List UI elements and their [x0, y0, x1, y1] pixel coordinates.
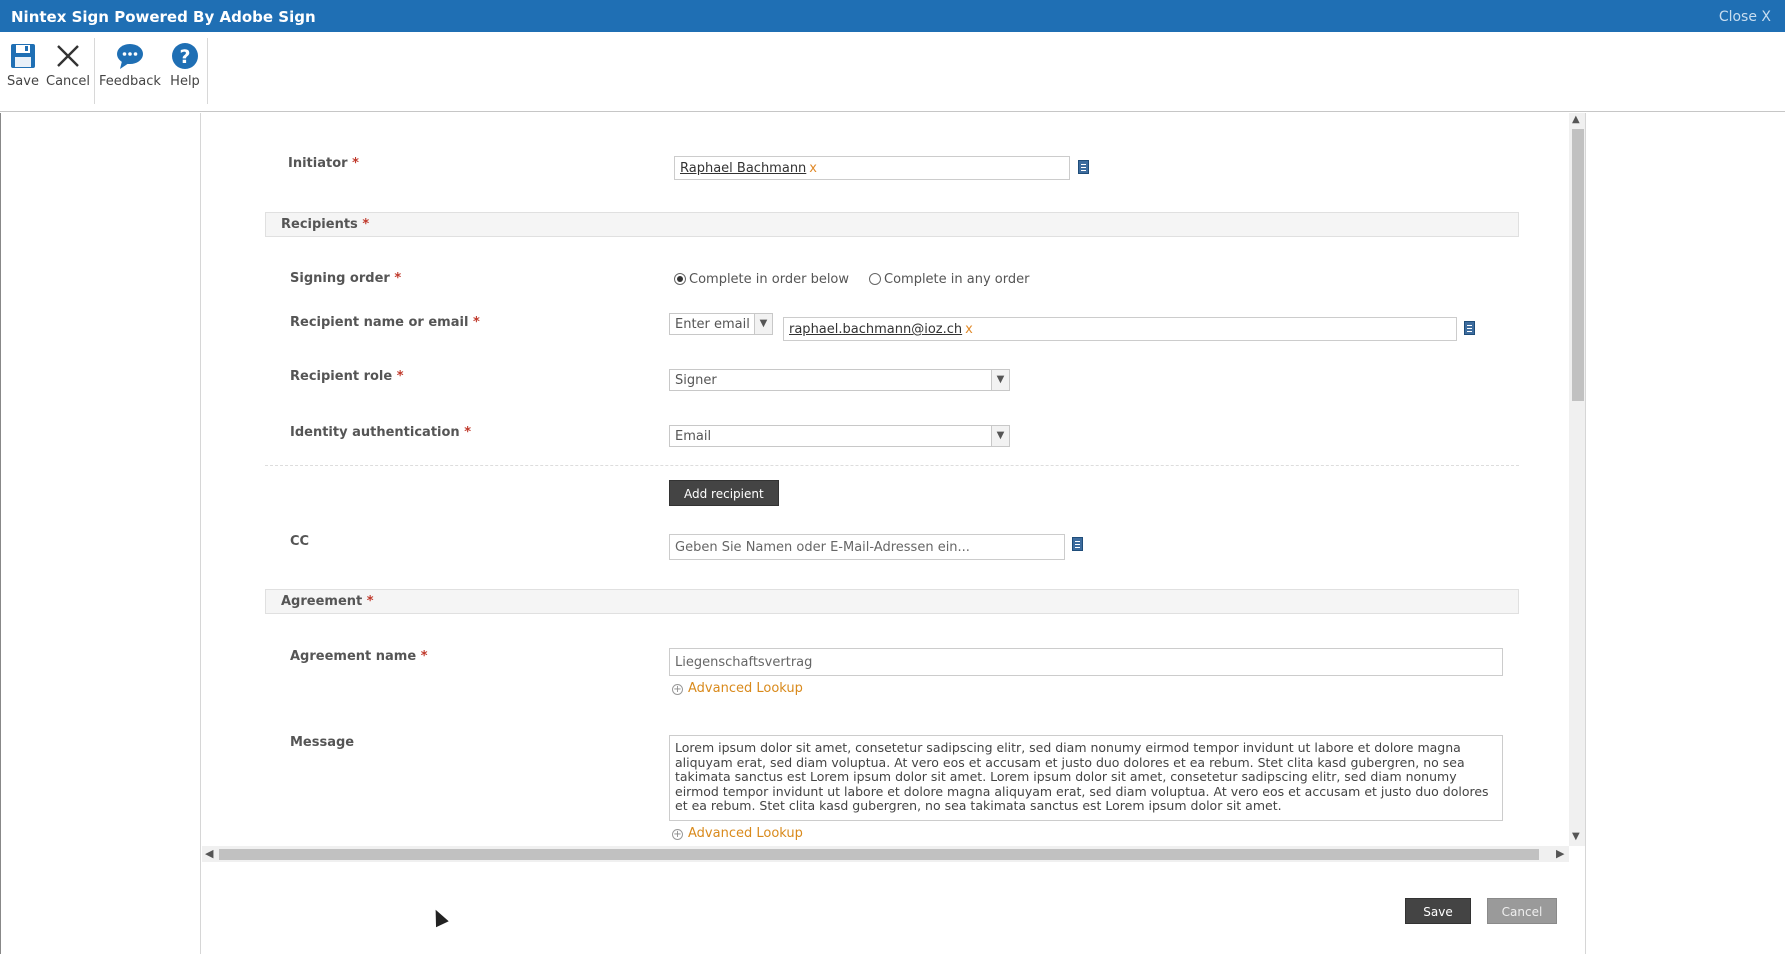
ribbon-help-label: Help	[170, 74, 200, 89]
close-button[interactable]: Close X	[1719, 9, 1771, 25]
remove-recipient-icon[interactable]: x	[965, 322, 973, 337]
add-recipient-button[interactable]: Add recipient	[669, 480, 779, 506]
mouse-cursor	[429, 906, 449, 928]
right-pane	[1585, 113, 1785, 954]
identity-auth-value: Email	[675, 429, 712, 444]
speech-bubble-icon	[117, 44, 143, 69]
initiator-value: Raphael Bachmann	[680, 161, 807, 176]
ribbon-separator	[207, 38, 208, 104]
title-bar: Nintex Sign Powered By Adobe Sign Close …	[0, 0, 1785, 32]
radio-in-order-label: Complete in order below	[689, 272, 850, 287]
ribbon-cancel-button[interactable]: Cancel	[46, 42, 90, 89]
footer-cancel-button[interactable]: Cancel	[1487, 898, 1557, 924]
advanced-lookup-label: Advanced Lookup	[688, 826, 803, 841]
floppy-disk-icon	[11, 44, 35, 68]
horizontal-scroll-thumb[interactable]	[219, 849, 1539, 860]
agreement-section-header: Agreement *	[265, 589, 1519, 614]
vertical-scroll-thumb[interactable]	[1572, 129, 1584, 401]
ribbon-feedback-label: Feedback	[99, 74, 161, 89]
scroll-left-icon[interactable]: ◀	[205, 847, 213, 860]
address-book-icon[interactable]	[1072, 537, 1083, 551]
chevron-down-icon: ▼	[991, 426, 1009, 446]
address-book-icon[interactable]	[1464, 321, 1475, 335]
divider	[265, 465, 1519, 466]
window-title: Nintex Sign Powered By Adobe Sign	[11, 8, 316, 26]
agreement-name-input[interactable]: Liegenschaftsvertrag	[669, 648, 1503, 676]
advanced-lookup-label: Advanced Lookup	[688, 681, 803, 696]
agreement-name-label: Agreement name *	[290, 649, 428, 664]
recipients-section-title: Recipients *	[281, 217, 370, 232]
recipients-section-header: Recipients *	[265, 212, 1519, 237]
recipient-role-select[interactable]: Signer ▼	[669, 369, 1010, 391]
address-book-icon[interactable]	[1078, 160, 1089, 174]
cc-label: CC	[290, 534, 310, 549]
recipient-role-label: Recipient role *	[290, 369, 404, 384]
remove-initiator-icon[interactable]: x	[809, 161, 817, 176]
radio-selected-icon	[674, 273, 686, 285]
message-textarea[interactable]: Lorem ipsum dolor sit amet, consetetur s…	[669, 735, 1503, 821]
message-label: Message	[290, 735, 355, 750]
horizontal-scrollbar[interactable]: ◀ ▶	[202, 846, 1569, 862]
recipient-email-field[interactable]: raphael.bachmann@ioz.ch x	[783, 317, 1457, 341]
left-pane	[0, 113, 201, 954]
form-content: Initiator * Raphael Bachmann x Recipients…	[202, 113, 1569, 846]
vertical-scrollbar[interactable]: ▲ ▼	[1569, 113, 1585, 846]
agreement-section-title: Agreement *	[281, 594, 374, 609]
ribbon-feedback-button[interactable]: Feedback	[99, 42, 161, 89]
scroll-down-icon[interactable]: ▼	[1572, 831, 1580, 842]
recipient-email-value: raphael.bachmann@ioz.ch	[789, 322, 963, 337]
svg-text:?: ?	[179, 46, 190, 68]
plus-circle-icon: +	[672, 829, 683, 840]
footer-save-button[interactable]: Save	[1405, 898, 1471, 924]
recipient-role-value: Signer	[675, 373, 717, 388]
identity-auth-select[interactable]: Email ▼	[669, 425, 1010, 447]
signing-order-label: Signing order *	[290, 271, 402, 286]
identity-auth-label: Identity authentication *	[290, 425, 472, 440]
ribbon-save-label: Save	[7, 74, 39, 89]
ribbon-cancel-label: Cancel	[46, 74, 91, 89]
initiator-label: Initiator *	[288, 156, 359, 171]
close-icon	[57, 45, 79, 67]
scroll-up-icon[interactable]: ▲	[1572, 114, 1580, 125]
radio-complete-any-order[interactable]: Complete in any order	[869, 272, 1029, 287]
plus-circle-icon: +	[672, 684, 683, 695]
chevron-down-icon: ▼	[991, 370, 1009, 390]
ribbon-toolbar: Save Cancel Feedback ? Help	[0, 32, 1785, 112]
advanced-lookup-link[interactable]: + Advanced Lookup	[672, 681, 803, 696]
recipient-type-select[interactable]: Enter email ▼	[669, 313, 773, 335]
recipient-name-label: Recipient name or email *	[290, 315, 480, 330]
recipient-type-value: Enter email	[675, 317, 750, 332]
radio-complete-in-order[interactable]: Complete in order below	[674, 272, 849, 287]
radio-unselected-icon	[869, 273, 881, 285]
advanced-lookup-link[interactable]: + Advanced Lookup	[672, 826, 803, 841]
scroll-right-icon[interactable]: ▶	[1556, 847, 1564, 860]
ribbon-separator	[94, 38, 95, 104]
chevron-down-icon: ▼	[754, 314, 772, 334]
initiator-field[interactable]: Raphael Bachmann x	[674, 156, 1070, 180]
radio-any-order-label: Complete in any order	[884, 272, 1030, 287]
cc-input[interactable]: Geben Sie Namen oder E-Mail-Adressen ein…	[669, 534, 1065, 560]
ribbon-save-button[interactable]: Save	[6, 42, 40, 89]
help-icon: ?	[172, 43, 198, 69]
ribbon-help-button[interactable]: ? Help	[168, 42, 202, 89]
